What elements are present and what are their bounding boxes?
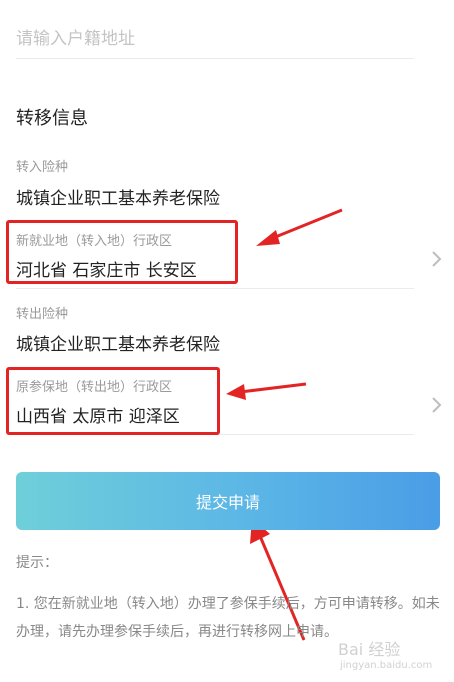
transfer-in-insurance-label: 转入险种 (16, 160, 69, 175)
chevron-right-icon (432, 251, 442, 267)
annotation-arrow-icon (256, 208, 343, 246)
submit-application-button[interactable]: 提交申请 (16, 472, 440, 530)
hint-title: 提示： (16, 555, 58, 571)
household-address-input[interactable] (16, 24, 414, 54)
chevron-right-icon (432, 397, 442, 413)
section-title: 转移信息 (16, 108, 88, 129)
annotation-box-transfer-out (6, 367, 220, 435)
annotation-arrow-icon (226, 382, 307, 400)
divider (16, 288, 414, 289)
baidu-jingyan-watermark: Bai 经验 jingyan.baidu.com (338, 636, 432, 671)
watermark-sub: jingyan.baidu.com (340, 660, 433, 671)
watermark-main: Bai 经验 (338, 640, 401, 659)
annotation-box-transfer-in (6, 220, 238, 284)
transfer-in-insurance-value: 城镇企业职工基本养老保险 (16, 189, 220, 209)
transfer-out-insurance-value: 城镇企业职工基本养老保险 (16, 335, 220, 355)
transfer-out-insurance-label: 转出险种 (16, 307, 69, 322)
divider (16, 58, 414, 59)
